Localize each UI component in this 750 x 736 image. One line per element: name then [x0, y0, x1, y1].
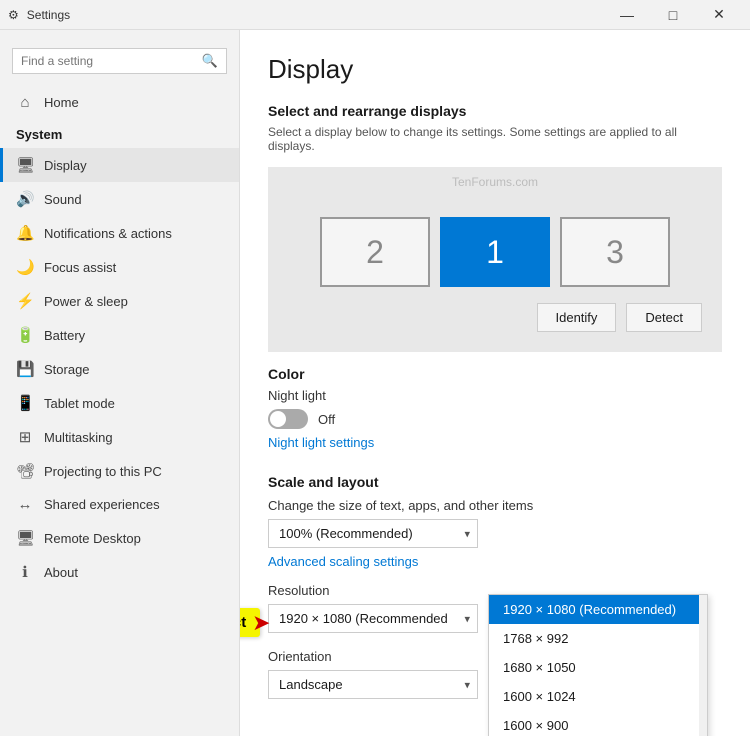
home-icon: ⌂: [16, 94, 34, 111]
titlebar-left: ⚙ Settings: [8, 8, 70, 22]
titlebar: ⚙ Settings — □ ✕: [0, 0, 750, 30]
sidebar-about-label: About: [44, 565, 78, 580]
sidebar-notifications-label: Notifications & actions: [44, 226, 172, 241]
sidebar-item-battery[interactable]: 🔋 Battery: [0, 318, 239, 352]
sidebar-item-power[interactable]: ⚡ Power & sleep: [0, 284, 239, 318]
sidebar-item-notifications[interactable]: 🔔 Notifications & actions: [0, 216, 239, 250]
remote-icon: 🖥: [16, 529, 34, 547]
sidebar-focus-label: Focus assist: [44, 260, 116, 275]
system-section-label: System: [0, 123, 239, 148]
notifications-icon: 🔔: [16, 224, 34, 242]
toggle-knob: [270, 411, 286, 427]
scale-section: Scale and layout Change the size of text…: [268, 474, 722, 699]
sidebar-remote-label: Remote Desktop: [44, 531, 141, 546]
sidebar-item-projecting[interactable]: 📽 Projecting to this PC: [0, 454, 239, 488]
toggle-row: Off: [268, 409, 722, 429]
sidebar-storage-label: Storage: [44, 362, 90, 377]
popup-item-3[interactable]: 1600 × 1024: [489, 682, 707, 711]
sidebar-power-label: Power & sleep: [44, 294, 128, 309]
popup-item-1[interactable]: 1768 × 992: [489, 624, 707, 653]
popup-scrollbar[interactable]: [699, 595, 707, 736]
sidebar-item-display[interactable]: 🖥 Display: [0, 148, 239, 182]
sidebar-item-about[interactable]: ℹ About: [0, 555, 239, 589]
display-actions: Identify Detect: [537, 303, 703, 332]
orientation-dropdown-wrapper: Landscape Portrait Landscape (flipped) P…: [268, 670, 478, 699]
sidebar-display-label: Display: [44, 158, 87, 173]
select-arrow-icon: ➤: [252, 610, 270, 636]
battery-icon: 🔋: [16, 326, 34, 344]
select-rearrange-subtitle: Select a display below to change its set…: [268, 125, 722, 153]
watermark: TenForums.com: [452, 175, 538, 189]
settings-gear-icon: ⚙: [8, 8, 19, 22]
sidebar-item-sound[interactable]: 🔊 Sound: [0, 182, 239, 216]
shared-icon: ↔: [16, 496, 34, 513]
sidebar-item-focus[interactable]: 🌙 Focus assist: [0, 250, 239, 284]
sidebar-multitasking-label: Multitasking: [44, 430, 113, 445]
sidebar-item-home[interactable]: ⌂ Home: [0, 86, 239, 119]
tablet-icon: 📱: [16, 394, 34, 412]
sidebar-battery-label: Battery: [44, 328, 85, 343]
advanced-scaling-link[interactable]: Advanced scaling settings: [268, 554, 722, 569]
sidebar-item-multitasking[interactable]: ⊞ Multitasking: [0, 420, 239, 454]
search-input[interactable]: [21, 54, 202, 68]
change-size-label: Change the size of text, apps, and other…: [268, 498, 722, 513]
resolution-row: Select ➤ 1920 × 1080 (Recommended) 1768 …: [268, 604, 722, 637]
close-button[interactable]: ✕: [696, 0, 742, 30]
scale-layout-title: Scale and layout: [268, 474, 722, 490]
titlebar-controls: — □ ✕: [604, 0, 742, 30]
sidebar-shared-label: Shared experiences: [44, 497, 160, 512]
identify-button[interactable]: Identify: [537, 303, 617, 332]
detect-button[interactable]: Detect: [626, 303, 702, 332]
color-title: Color: [268, 366, 722, 382]
sidebar-projecting-label: Projecting to this PC: [44, 464, 162, 479]
titlebar-title: Settings: [27, 8, 70, 22]
sidebar-item-tablet[interactable]: 📱 Tablet mode: [0, 386, 239, 420]
maximize-button[interactable]: □: [650, 0, 696, 30]
resolution-popup: 1920 × 1080 (Recommended) 1768 × 992 168…: [488, 594, 708, 736]
popup-item-0[interactable]: 1920 × 1080 (Recommended): [489, 595, 707, 624]
sound-icon: 🔊: [16, 190, 34, 208]
scale-dropdown-wrapper: 100% (Recommended) ▾: [268, 519, 478, 548]
display-box-3[interactable]: 3: [560, 217, 670, 287]
display-boxes: 2 1 3: [320, 217, 670, 287]
display-box-1[interactable]: 1: [440, 217, 550, 287]
orientation-select[interactable]: Landscape Portrait Landscape (flipped) P…: [268, 670, 478, 699]
storage-icon: 💾: [16, 360, 34, 378]
main-content: Display Select and rearrange displays Se…: [240, 30, 750, 736]
sidebar: 🔍 ⌂ Home System 🖥 Display 🔊 Sound 🔔 Noti…: [0, 30, 240, 736]
scale-select[interactable]: 100% (Recommended): [268, 519, 478, 548]
sidebar-item-shared[interactable]: ↔ Shared experiences: [0, 488, 239, 521]
sidebar-tablet-label: Tablet mode: [44, 396, 115, 411]
color-section: Color Night light Off Night light settin…: [268, 366, 722, 464]
home-label: Home: [44, 95, 79, 110]
sidebar-item-storage[interactable]: 💾 Storage: [0, 352, 239, 386]
app-container: 🔍 ⌂ Home System 🖥 Display 🔊 Sound 🔔 Noti…: [0, 0, 750, 736]
minimize-button[interactable]: —: [604, 0, 650, 30]
sidebar-item-remote[interactable]: 🖥 Remote Desktop: [0, 521, 239, 555]
search-icon: 🔍: [202, 53, 218, 69]
popup-item-4[interactable]: 1600 × 900: [489, 711, 707, 736]
page-title: Display: [268, 54, 722, 85]
night-light-label: Night light: [268, 388, 722, 403]
toggle-state-label: Off: [318, 412, 335, 427]
projecting-icon: 📽: [16, 462, 34, 480]
night-light-settings-link[interactable]: Night light settings: [268, 435, 374, 450]
multitasking-icon: ⊞: [16, 428, 34, 446]
night-light-toggle[interactable]: [268, 409, 308, 429]
resolution-dropdown-wrapper: 1920 × 1080 (Recommended) 1768 × 992 168…: [268, 604, 478, 633]
search-box[interactable]: 🔍: [12, 48, 227, 74]
popup-item-2[interactable]: 1680 × 1050: [489, 653, 707, 682]
select-rearrange-title: Select and rearrange displays: [268, 103, 722, 119]
display-selector: TenForums.com 2 1 3 Identify Detect: [268, 167, 722, 352]
display-box-2[interactable]: 2: [320, 217, 430, 287]
sidebar-sound-label: Sound: [44, 192, 82, 207]
resolution-select[interactable]: 1920 × 1080 (Recommended) 1768 × 992 168…: [268, 604, 478, 633]
power-icon: ⚡: [16, 292, 34, 310]
about-icon: ℹ: [16, 563, 34, 581]
display-icon: 🖥: [16, 156, 34, 174]
focus-icon: 🌙: [16, 258, 34, 276]
